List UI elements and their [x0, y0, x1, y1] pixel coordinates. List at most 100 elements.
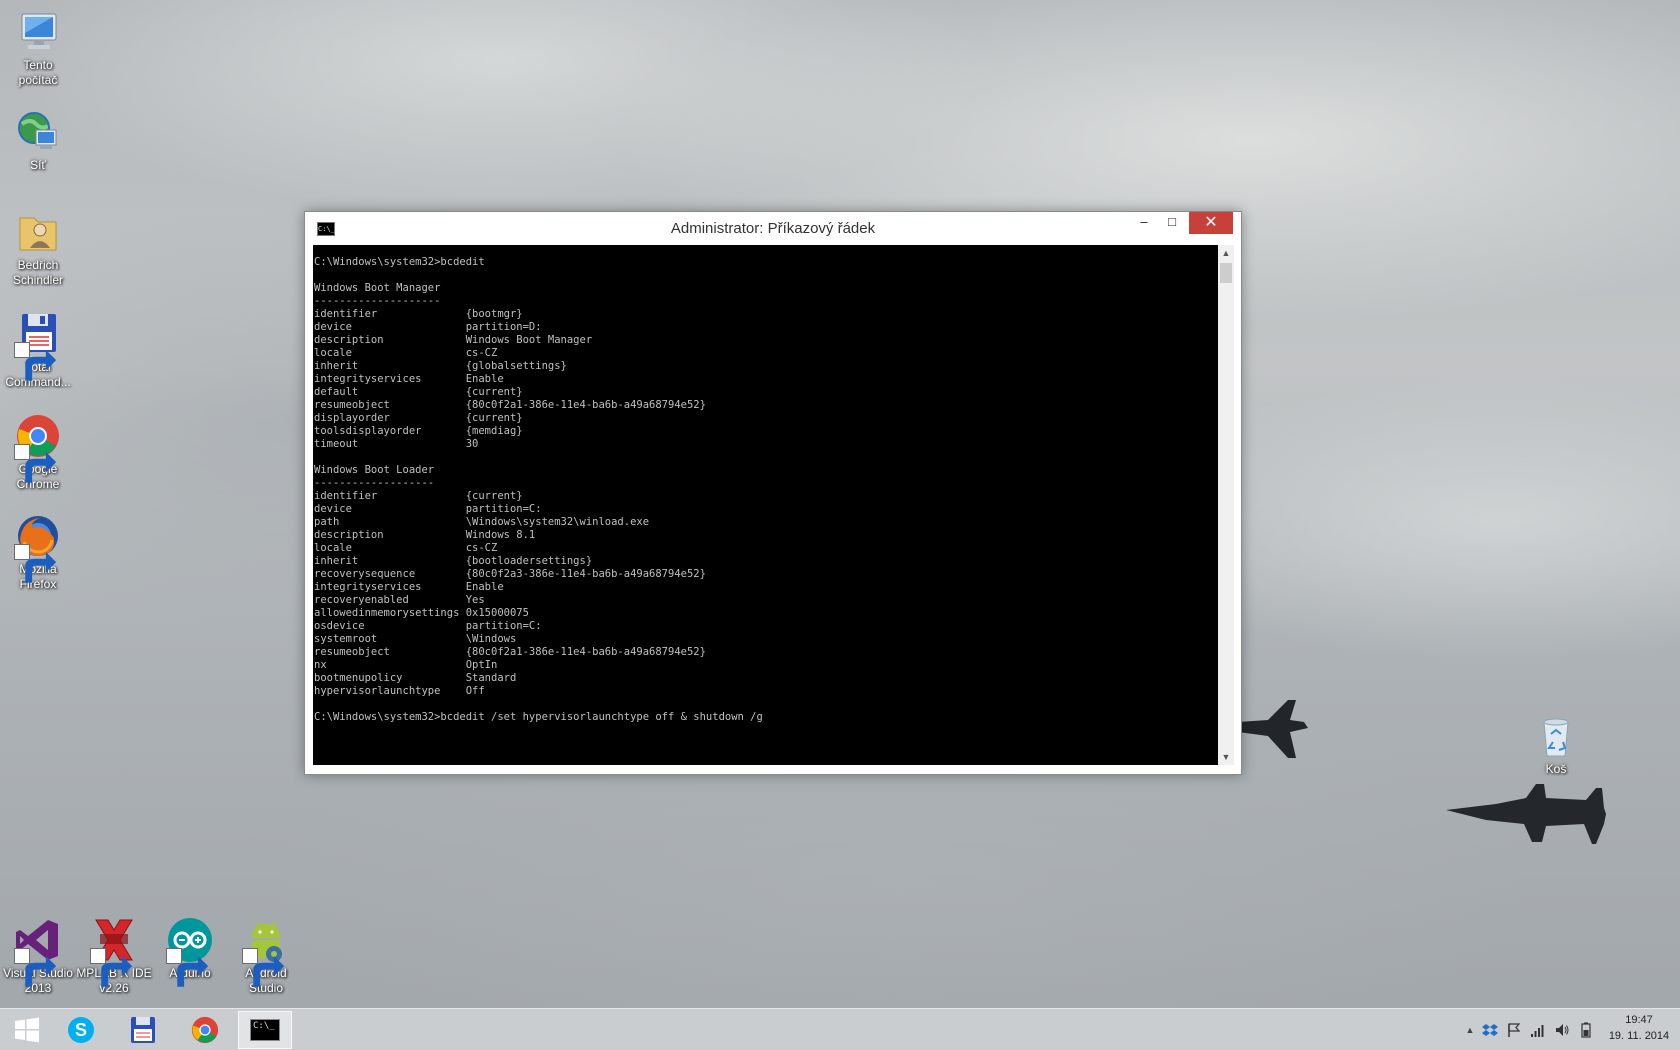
- console-line: bootmenupolicy Standard: [314, 672, 517, 684]
- console-line: displayorder {current}: [314, 412, 523, 424]
- console-line: resumeobject {80c0f2a1-386e-11e4-ba6b-a4…: [314, 399, 706, 411]
- arduino-icon: [166, 916, 214, 987]
- console-line: inherit {globalsettings}: [314, 360, 567, 372]
- visual-studio-icon: [14, 916, 62, 987]
- dropbox-icon[interactable]: [1482, 1022, 1498, 1038]
- console-line: --------------------: [314, 295, 441, 307]
- desktop-icon-total-commander[interactable]: Total Command...: [0, 310, 76, 390]
- android-studio-icon: [242, 916, 290, 987]
- desktop-icon-label: Schindler: [12, 273, 64, 287]
- network-icon: [14, 108, 62, 156]
- desktop-icon-label: Tento: [23, 58, 53, 72]
- show-hidden-icons-button[interactable]: ▲: [1462, 1022, 1478, 1038]
- console-output[interactable]: C:\Windows\system32>bcdedit Windows Boot…: [313, 245, 1218, 765]
- scroll-up-arrow-icon[interactable]: ▲: [1218, 245, 1234, 261]
- clock-time: 19:47: [1625, 1014, 1653, 1026]
- desktop-icon-mozilla-firefox[interactable]: Mozilla Firefox: [0, 512, 76, 592]
- floppy-disk-icon: [14, 310, 62, 381]
- console-line: default {current}: [314, 386, 523, 398]
- window-titlebar[interactable]: C:\_ Administrator: Příkazový řádek – □ …: [305, 212, 1241, 244]
- console-line: device partition=D:: [314, 321, 542, 333]
- shortcut-arrow-icon: [242, 948, 285, 987]
- desktop-icon-recycle-bin[interactable]: Koš: [1518, 712, 1594, 777]
- shortcut-arrow-icon: [14, 948, 57, 987]
- console-line: osdevice partition=C:: [314, 620, 542, 632]
- shortcut-arrow-icon: [14, 444, 57, 483]
- console-line: C:\Windows\system32>bcdedit /set hypervi…: [314, 711, 763, 723]
- floppy-disk-icon: [131, 1017, 155, 1043]
- console-line: inherit {bootloadersettings}: [314, 555, 593, 567]
- shortcut-arrow-icon: [166, 948, 209, 987]
- console-line: systemroot \Windows: [314, 633, 517, 645]
- taskbar-skype[interactable]: S: [54, 1011, 108, 1049]
- desktop-icon-mplab[interactable]: MPLAB X IDE v2.26: [76, 916, 152, 996]
- skype-icon: S: [68, 1017, 94, 1043]
- console-line: integrityservices Enable: [314, 373, 504, 385]
- console-line: path \Windows\system32\winload.exe: [314, 516, 650, 528]
- scroll-down-arrow-icon[interactable]: ▼: [1218, 749, 1234, 765]
- desktop-icon-android-studio[interactable]: Android Studio: [228, 916, 304, 996]
- console-line: timeout 30: [314, 438, 479, 450]
- shortcut-arrow-icon: [90, 948, 133, 987]
- console-line: integrityservices Enable: [314, 581, 504, 593]
- console-line: recoverysequence {80c0f2a3-386e-11e4-ba6…: [314, 568, 706, 580]
- desktop-icon-user-folder[interactable]: Bedřich Schindler: [0, 208, 76, 288]
- battery-icon[interactable]: [1578, 1022, 1594, 1038]
- system-clock[interactable]: 19:47 19. 11. 2014: [1604, 1012, 1674, 1044]
- console-line: description Windows 8.1: [314, 529, 536, 541]
- computer-icon: [14, 8, 62, 56]
- clock-date: 19. 11. 2014: [1608, 1030, 1670, 1042]
- volume-icon[interactable]: [1554, 1022, 1570, 1038]
- console-line: allowedinmemorysettings 0x15000075: [314, 607, 529, 619]
- desktop-icon-google-chrome[interactable]: Google Chrome: [0, 412, 76, 492]
- shortcut-arrow-icon: [14, 544, 57, 583]
- console-line: locale cs-CZ: [314, 347, 498, 359]
- console-line: description Windows Boot Manager: [314, 334, 593, 346]
- shortcut-arrow-icon: [14, 342, 57, 381]
- network-signal-icon[interactable]: [1530, 1022, 1546, 1038]
- taskbar: S C:\_ ▲ 19:47 19. 11. 2014: [0, 1008, 1680, 1050]
- vertical-scrollbar[interactable]: ▲ ▼: [1218, 245, 1234, 765]
- user-folder-icon: [14, 208, 62, 256]
- desktop-icon-visual-studio[interactable]: Visual Studio 2013: [0, 916, 76, 996]
- taskbar-total-commander[interactable]: [116, 1011, 170, 1049]
- console-line: hypervisorlaunchtype Off: [314, 685, 485, 697]
- desktop-icon-label: Síť: [30, 158, 46, 172]
- desktop-icon-label: Bedřich: [17, 258, 59, 272]
- minimize-button[interactable]: –: [1131, 212, 1157, 234]
- scrollbar-thumb[interactable]: [1220, 263, 1232, 283]
- close-button[interactable]: ✕: [1189, 212, 1233, 234]
- console-line: Windows Boot Loader: [314, 464, 435, 476]
- desktop-icon-label: Koš: [1545, 762, 1567, 776]
- console-line: locale cs-CZ: [314, 542, 498, 554]
- window-title: Administrator: Příkazový řádek: [670, 220, 876, 237]
- chrome-icon: [191, 1016, 219, 1044]
- jet-silhouette-icon: [1446, 784, 1606, 844]
- desktop-icon-this-pc[interactable]: Tento počítač: [0, 8, 76, 88]
- jet-silhouette-icon: [1238, 700, 1308, 758]
- cmd-icon: C:\_: [250, 1019, 280, 1041]
- console-line: resumeobject {80c0f2a1-386e-11e4-ba6b-a4…: [314, 646, 706, 658]
- taskbar-chrome[interactable]: [178, 1011, 232, 1049]
- firefox-icon: [14, 512, 62, 583]
- action-center-flag-icon[interactable]: [1506, 1022, 1522, 1038]
- desktop-icon-network[interactable]: Síť: [0, 108, 76, 173]
- maximize-button[interactable]: □: [1159, 212, 1185, 234]
- console-line: recoveryenabled Yes: [314, 594, 485, 606]
- console-line: -------------------: [314, 477, 435, 489]
- desktop-icon-label: počítač: [18, 73, 58, 87]
- console-line: device partition=C:: [314, 503, 542, 515]
- mplab-icon: [90, 916, 138, 987]
- console-text: C:\Windows\system32>bcdedit Windows Boot…: [314, 256, 763, 724]
- start-button[interactable]: [0, 1011, 54, 1049]
- console-line: Windows Boot Manager: [314, 282, 441, 294]
- desktop-icon-arduino[interactable]: Arduino: [152, 916, 228, 987]
- taskbar-command-prompt[interactable]: C:\_: [238, 1011, 292, 1049]
- console-line: C:\Windows\system32>bcdedit: [314, 256, 485, 268]
- console-line: identifier {current}: [314, 490, 523, 502]
- desktop: Tento počítač Síť Bedřich Schindler Tota…: [0, 0, 1680, 1050]
- command-prompt-window[interactable]: C:\_ Administrator: Příkazový řádek – □ …: [304, 211, 1242, 775]
- chrome-icon: [14, 412, 62, 483]
- console-line: identifier {bootmgr}: [314, 308, 523, 320]
- recycle-bin-icon: [1532, 712, 1580, 760]
